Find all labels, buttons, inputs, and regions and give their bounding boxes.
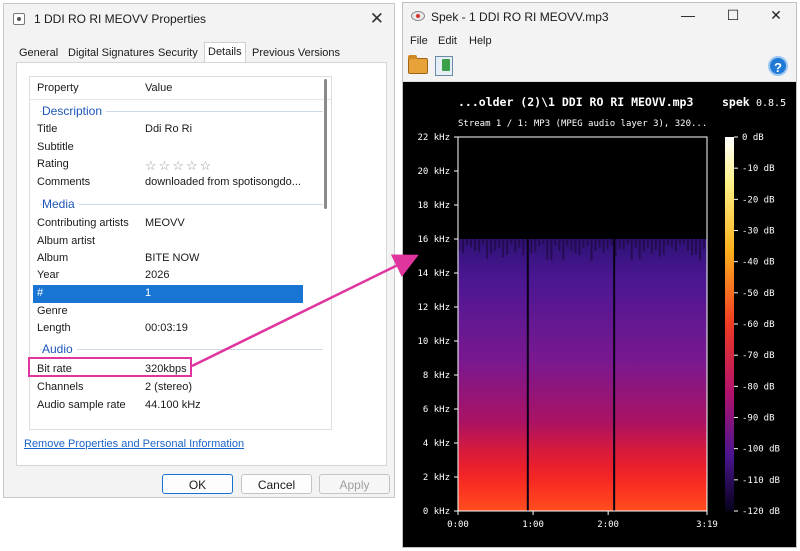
annotation-arrow-layer — [191, 254, 419, 368]
annotation-arrow — [191, 254, 419, 368]
